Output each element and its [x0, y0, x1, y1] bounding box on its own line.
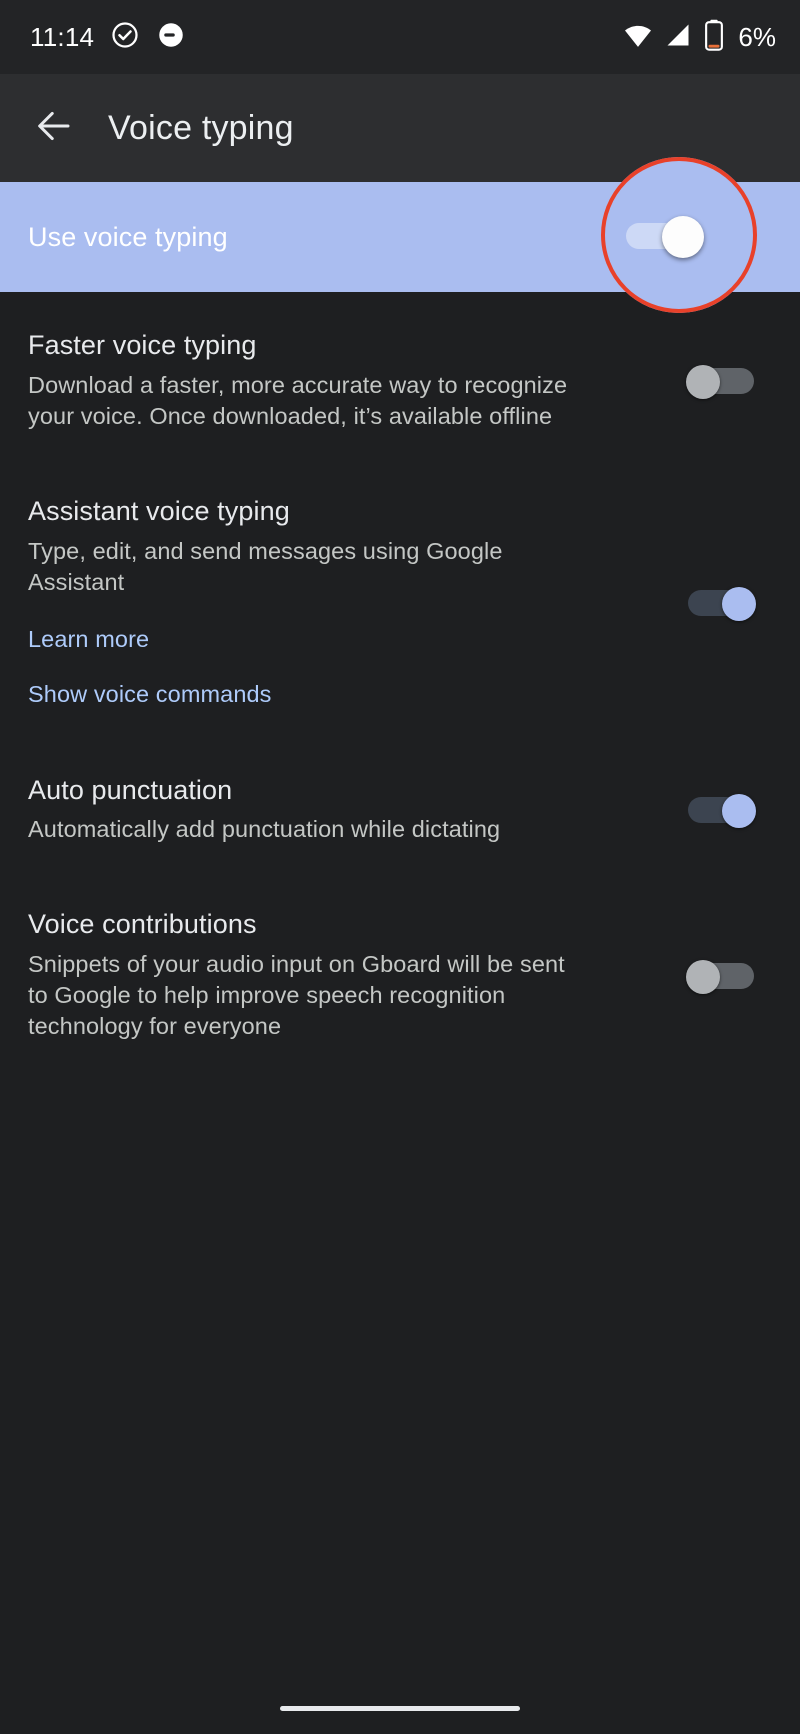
back-button[interactable]	[30, 104, 78, 152]
list-gap	[0, 292, 800, 314]
setting-summary: Snippets of your audio input on Gboard w…	[28, 950, 565, 1040]
phone-screen: 11:14 6% Voice typing Use voice typing F…	[0, 0, 800, 1734]
home-gesture-pill[interactable]	[280, 1705, 520, 1711]
auto-punctuation-switch[interactable]	[688, 793, 756, 828]
switch-thumb	[722, 793, 756, 828]
faster-voice-typing-switch[interactable]	[686, 365, 754, 400]
do-not-disturb-icon	[156, 20, 186, 55]
setting-text-block: Voice contributions Snippets of your aud…	[28, 907, 688, 1042]
list-gap	[0, 725, 800, 759]
link-gap	[28, 655, 668, 679]
setting-title: Voice contributions	[28, 909, 257, 940]
check-circle-icon	[110, 20, 140, 55]
list-gap	[0, 859, 800, 893]
setting-title: Use voice typing	[28, 221, 228, 252]
setting-row-assistant-voice-typing[interactable]: Assistant voice typing Type, edit, and s…	[0, 480, 800, 725]
system-navigation-bar	[0, 1682, 800, 1734]
back-arrow-icon	[33, 105, 75, 152]
setting-text-block: Use voice typing	[28, 220, 676, 255]
switch-thumb	[662, 216, 704, 258]
status-bar-left: 11:14	[30, 20, 186, 55]
setting-summary: Automatically add punctuation while dict…	[28, 816, 501, 843]
setting-summary: Type, edit, and send messages using Goog…	[28, 537, 503, 595]
setting-summary: Download a faster, more accurate way to …	[28, 371, 568, 429]
switch-thumb	[686, 365, 720, 400]
wifi-icon	[623, 20, 653, 55]
use-voice-typing-switch-visual[interactable]	[626, 215, 704, 258]
status-bar-right: 6%	[623, 19, 776, 56]
link-gap	[28, 598, 668, 624]
setting-text-block: Assistant voice typing Type, edit, and s…	[28, 494, 688, 711]
switch-thumb	[722, 587, 756, 622]
setting-text-block: Faster voice typing Download a faster, m…	[28, 328, 688, 432]
setting-row-voice-contributions[interactable]: Voice contributions Snippets of your aud…	[0, 893, 800, 1056]
setting-title: Faster voice typing	[28, 330, 257, 360]
learn-more-link[interactable]: Learn more	[28, 624, 149, 655]
settings-list: Use voice typing Faster voice typing Dow…	[0, 182, 800, 1582]
list-gap	[0, 446, 800, 480]
assistant-voice-typing-switch[interactable]	[688, 587, 756, 622]
setting-title: Assistant voice typing	[28, 496, 290, 527]
battery-percent-label: 6%	[738, 22, 776, 52]
battery-icon	[703, 19, 725, 56]
setting-row-faster-voice-typing[interactable]: Faster voice typing Download a faster, m…	[0, 314, 800, 446]
setting-row-auto-punctuation[interactable]: Auto punctuation Automatically add punct…	[0, 759, 800, 860]
switch-thumb	[686, 960, 720, 995]
status-bar: 11:14 6%	[0, 0, 800, 74]
setting-title: Auto punctuation	[28, 774, 233, 805]
show-voice-commands-link[interactable]: Show voice commands	[28, 679, 272, 710]
cellular-signal-icon	[664, 20, 692, 55]
page-title: Voice typing	[108, 108, 294, 147]
setting-text-block: Auto punctuation Automatically add punct…	[28, 773, 688, 846]
app-bar: Voice typing	[0, 74, 800, 182]
status-bar-clock: 11:14	[30, 22, 95, 52]
voice-contributions-switch[interactable]	[686, 960, 754, 995]
